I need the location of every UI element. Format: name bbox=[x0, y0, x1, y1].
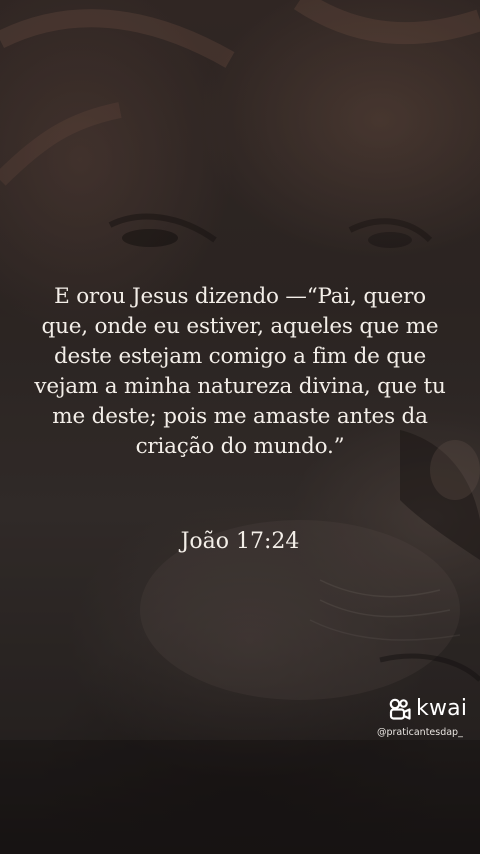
kwai-watermark-logo: kwai bbox=[388, 697, 467, 721]
kwai-brand-text: kwai bbox=[416, 696, 468, 721]
creator-handle: @praticantesdap_ bbox=[377, 727, 463, 738]
bible-reference: João 17:24 bbox=[180, 529, 300, 554]
bible-quote-text: E orou Jesus dizendo —“Pai, quero que, o… bbox=[34, 284, 446, 459]
screen: E orou Jesus dizendo —“Pai, quero que, o… bbox=[0, 0, 480, 854]
kwai-logo-icon bbox=[389, 698, 411, 720]
